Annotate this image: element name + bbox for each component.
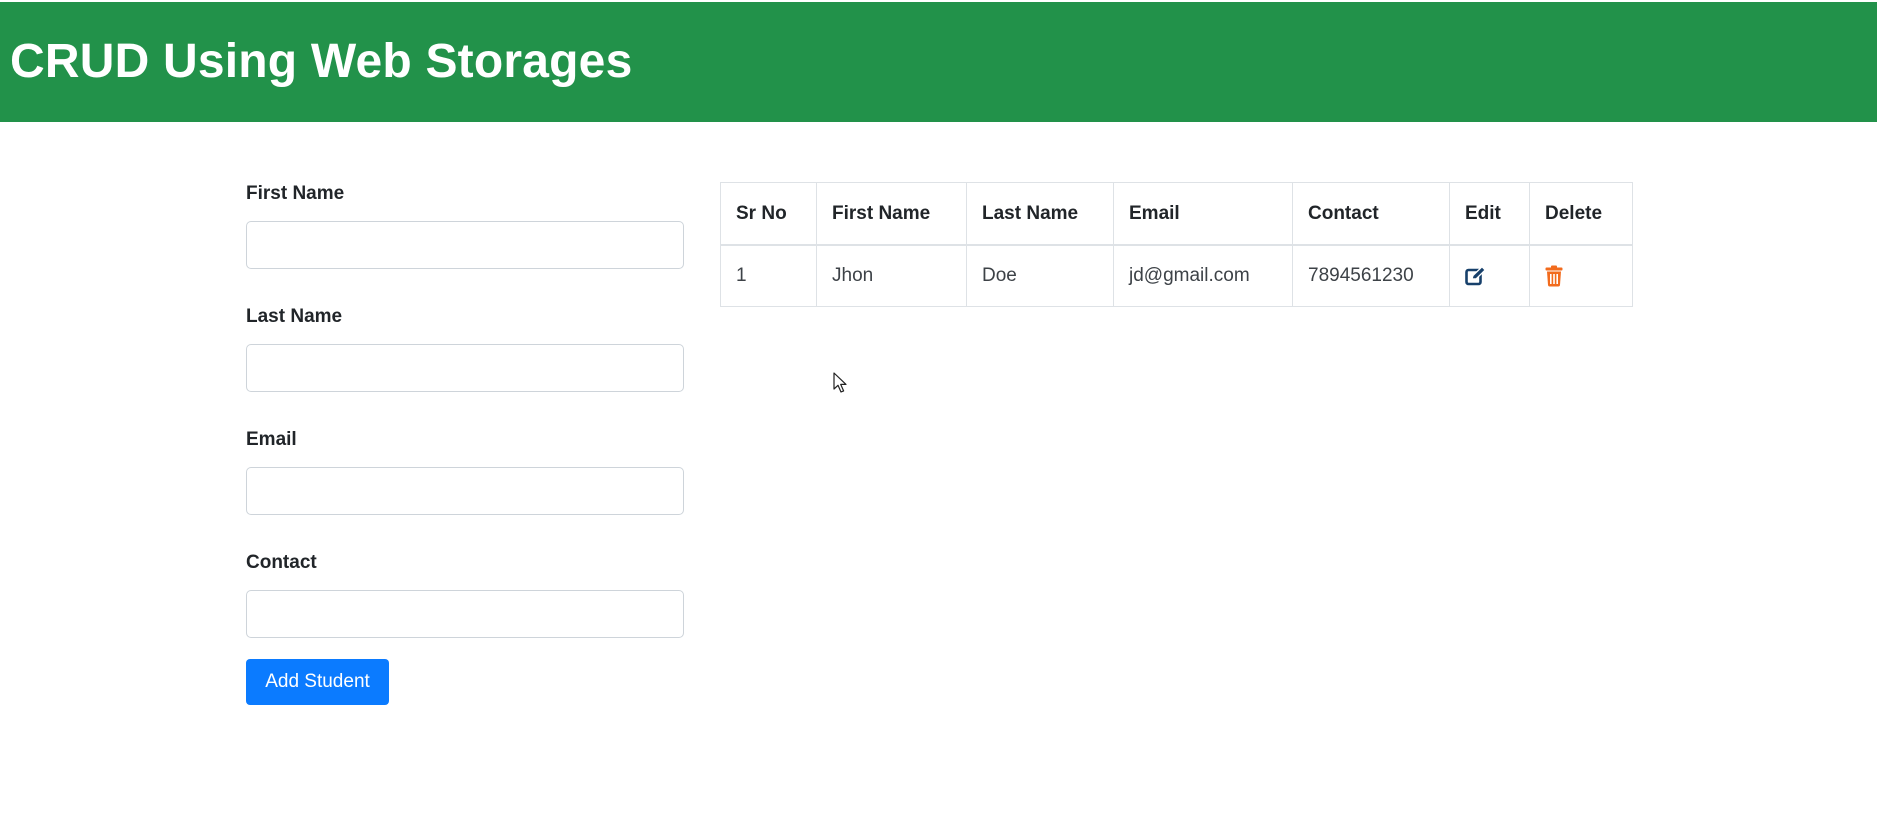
cell-last-name: Doe	[966, 244, 1114, 307]
column-header-first-name: First Name	[816, 182, 967, 246]
column-header-email: Email	[1113, 182, 1293, 246]
mouse-cursor-icon	[833, 372, 849, 399]
column-header-delete: Delete	[1529, 182, 1633, 246]
email-input[interactable]	[246, 467, 684, 515]
column-header-sr-no: Sr No	[720, 182, 817, 246]
cell-sr-no: 1	[720, 244, 817, 307]
contact-label: Contact	[246, 552, 317, 573]
column-header-edit: Edit	[1449, 182, 1530, 246]
app-header: CRUD Using Web Storages	[0, 2, 1877, 122]
page-title: CRUD Using Web Storages	[10, 35, 633, 88]
students-table: Sr No First Name Last Name Email Contact…	[720, 182, 1633, 307]
contact-input[interactable]	[246, 590, 684, 638]
cell-first-name: Jhon	[816, 244, 967, 307]
table-row: 1 Jhon Doe jd@gmail.com 7894561230	[720, 244, 1633, 307]
cell-contact: 7894561230	[1292, 244, 1450, 307]
edit-icon[interactable]	[1465, 266, 1514, 286]
table-header-row: Sr No First Name Last Name Email Contact…	[720, 182, 1633, 246]
column-header-last-name: Last Name	[966, 182, 1114, 246]
first-name-label: First Name	[246, 183, 345, 204]
cell-email: jd@gmail.com	[1113, 244, 1293, 307]
column-header-contact: Contact	[1292, 182, 1450, 246]
cell-edit	[1449, 244, 1530, 307]
add-student-button[interactable]: Add Student	[246, 659, 389, 705]
cell-delete	[1529, 244, 1633, 307]
trash-icon[interactable]	[1545, 265, 1617, 287]
student-form: First Name Last Name Email Contact Add S…	[246, 182, 684, 705]
last-name-label: Last Name	[246, 306, 343, 327]
last-name-input[interactable]	[246, 344, 684, 392]
first-name-input[interactable]	[246, 221, 684, 269]
email-label: Email	[246, 429, 297, 450]
